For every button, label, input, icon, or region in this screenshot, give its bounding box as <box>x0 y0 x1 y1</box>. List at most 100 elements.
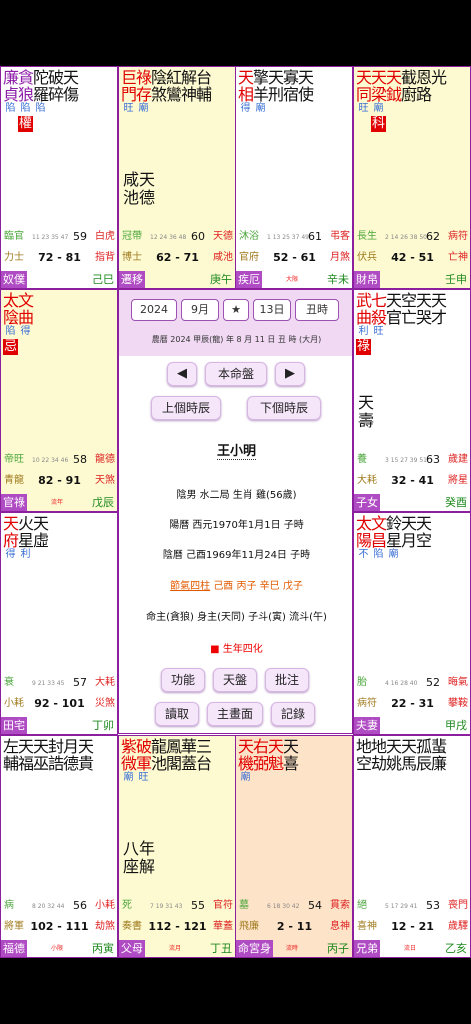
palace-name[interactable]: 福德 <box>1 940 27 957</box>
star-brightness <box>33 772 48 784</box>
current-age: 56 <box>73 899 87 912</box>
star-brightness: 旺 <box>358 103 369 114</box>
record-button[interactable]: 記錄 <box>271 702 315 726</box>
palace-8[interactable]: 左輔天福天巫封誥月德天貴病 8 20 32 44 56 小耗 將軍 102 - 111 劫煞… <box>0 735 118 958</box>
palace-name[interactable]: 兄弟 <box>354 940 380 957</box>
star-button[interactable]: ★ <box>223 299 249 321</box>
palace-4[interactable]: 太陰陷忌文曲得帝旺 10 22 34 46 58 龍德 青龍 82 - 91 天煞 官祿 流年 戊… <box>0 289 118 512</box>
function-button[interactable]: 功能 <box>161 668 205 692</box>
star-column: 天魁 <box>268 738 284 784</box>
star-name: 天機 <box>238 737 255 773</box>
star-column: 祿存廟 <box>136 69 152 115</box>
star-column: 地劫 <box>371 738 387 784</box>
star-name: 天鉞 <box>386 68 403 104</box>
star-list: 左輔天福天巫封誥月德天貴 <box>3 738 94 784</box>
star-brightness <box>416 772 431 784</box>
month-select[interactable]: 9月 <box>181 299 219 321</box>
star-name: 天才 <box>431 291 448 327</box>
sky-chart-button[interactable]: 天盤 <box>213 668 257 692</box>
palace-name[interactable]: 疾厄 <box>236 271 262 288</box>
load-button[interactable]: 讀取 <box>155 702 199 726</box>
year-select[interactable]: 2024 <box>131 299 177 321</box>
general-star: 歲驛 <box>448 921 468 932</box>
legend-text: ■ 生年四化 <box>210 644 263 655</box>
stem-branch: 丙子 <box>327 942 349 955</box>
current-age: 58 <box>73 453 87 466</box>
hour-select[interactable]: 丑時 <box>295 299 339 321</box>
lunar-date-text: 農曆 2024 甲辰(龍) 年 8 月 11 日 丑 時 (大月) <box>151 335 322 344</box>
palace-6[interactable]: 天府得火星利天虛衰 9 21 33 45 57 大耗 小耗 92 - 101 災煞 田宅 丁卯 <box>0 512 118 735</box>
stage-row: 胎 4 16 28 40 52 晦氣 <box>357 676 468 690</box>
chart-mode-button[interactable]: 本命盤 <box>205 362 267 386</box>
star-name: 太陽 <box>356 514 373 550</box>
age-list: 12 24 36 48 <box>150 234 187 241</box>
day-select[interactable]: 13日 <box>253 299 291 321</box>
stage-row: 長生 2 14 26 38 50 62 病符 <box>357 230 468 244</box>
general-star: 亡神 <box>448 252 468 263</box>
palace-1[interactable]: 巨門旺祿存廟陰煞紅鸞解神台輔咸天 池德 冠帶 12 24 36 48 60 天德 博士 62… <box>118 66 236 289</box>
annotation-button[interactable]: 批注 <box>265 668 309 692</box>
star-name: 天官 <box>386 291 403 327</box>
minor-stars: 八年 座解 <box>123 839 156 876</box>
star-column: 天鉞 <box>386 68 403 132</box>
star-name: 巨門 <box>121 68 138 104</box>
palace-name[interactable]: 遷移 <box>119 271 145 288</box>
star-column: 天相得 <box>238 69 254 115</box>
palace-5[interactable]: 武曲利祿七殺旺天官空亡天哭天才天 壽養 3 15 27 39 51 63 歲建 大耗 32… <box>353 289 471 512</box>
next-chart-button[interactable]: ▶ <box>275 362 305 386</box>
star-brightness <box>151 103 166 115</box>
palace-name[interactable]: 財帛 <box>354 271 380 288</box>
stem-branch: 庚午 <box>210 273 232 286</box>
age-list: 9 21 33 45 <box>32 680 65 687</box>
star-name: 右弼 <box>253 737 270 773</box>
palace-9[interactable]: 紫微廟破軍旺龍池鳳閣華蓋三台八年 座解死 7 19 31 43 55 官符 奏書 112 … <box>118 735 236 958</box>
prev-chart-button[interactable]: ◀ <box>167 362 197 386</box>
stage-row: 沐浴 1 13 25 37 49 61 弔客 <box>239 230 350 244</box>
star-brightness <box>386 326 401 338</box>
star-brightness <box>283 103 298 115</box>
star-column: 廉貞陷 <box>3 69 19 132</box>
star-column: 太陽不 <box>356 514 373 561</box>
palace-name[interactable]: 田宅 <box>1 717 27 734</box>
palace-name[interactable]: 子女 <box>354 494 380 511</box>
prev-hour-button[interactable]: 上個時辰 <box>151 396 221 420</box>
palace-10[interactable]: 天機廟右弼天魁天喜墓 6 18 30 42 54 貫索 飛廉 2 - 11 息神 命宮身 流時 丙… <box>235 735 353 958</box>
life-stage: 病 <box>4 900 14 911</box>
palace-name[interactable]: 父母 <box>119 940 145 957</box>
range-row: 喜神 12 - 21 歲驛 <box>357 919 468 935</box>
palace-7[interactable]: 太陽不文昌陷鈴星廟天月天空胎 4 16 28 40 52 晦氣 病符 22 - 31 攀鞍夫… <box>353 512 471 735</box>
star-name: 天同 <box>356 68 373 104</box>
palace-0[interactable]: 廉貞陷貪狼陷權陀羅陷破碎天傷臨官 11 23 35 47 59 白虎 力士 72 - 81… <box>0 66 118 289</box>
palace-name[interactable]: 命宮身 <box>236 940 273 957</box>
palace-11[interactable]: 地空地劫天姚天馬孤辰蜚廉絕 5 17 29 41 53 喪門 喜神 12 - 21 歲驛 兄弟… <box>353 735 471 958</box>
star-column: 天府得 <box>3 515 19 561</box>
stage-row: 衰 9 21 33 45 57 大耗 <box>4 676 115 690</box>
star-column: 天貴 <box>78 738 94 784</box>
current-age: 53 <box>426 899 440 912</box>
main-screen-button[interactable]: 主畫面 <box>207 702 263 726</box>
life-stage: 絕 <box>357 900 367 911</box>
star-column: 武曲利祿 <box>356 292 372 355</box>
palace-name[interactable]: 夫妻 <box>354 717 380 734</box>
four-pillars: 節氣四柱 己酉 丙子 辛巳 戊子 <box>170 581 303 592</box>
palace-name[interactable]: 官祿 <box>1 494 27 511</box>
star-column: 封誥 <box>48 738 64 784</box>
palace-2[interactable]: 天相得擎羊廟天刑寡宿天使沐浴 1 13 25 37 49 61 弔客 官府 52 - 61… <box>235 66 353 289</box>
stage-row: 墓 6 18 30 42 54 貫索 <box>239 899 350 913</box>
star-column: 天梁廟科 <box>371 68 388 132</box>
palace-3[interactable]: 天同旺天梁廟科天鉞截廚恩路光長生 2 14 26 38 50 62 病符 伏兵 42 - … <box>353 66 471 289</box>
general-star: 月煞 <box>330 252 350 263</box>
star-brightness <box>431 326 446 338</box>
star-name: 鳳閣 <box>166 737 183 773</box>
star-brightness <box>166 772 181 784</box>
next-hour-button[interactable]: 下個時辰 <box>247 396 321 420</box>
star-name: 天馬 <box>401 737 418 773</box>
palace-name[interactable]: 奴僕 <box>1 271 27 288</box>
star-column: 天刑 <box>268 69 284 115</box>
star-column: 七殺旺 <box>371 292 387 355</box>
star-name: 陀羅 <box>33 68 50 104</box>
star-brightness <box>401 103 416 115</box>
star-brightness <box>151 772 166 784</box>
star-name: 天梁 <box>371 68 388 104</box>
year-god: 龍德 <box>95 454 115 465</box>
